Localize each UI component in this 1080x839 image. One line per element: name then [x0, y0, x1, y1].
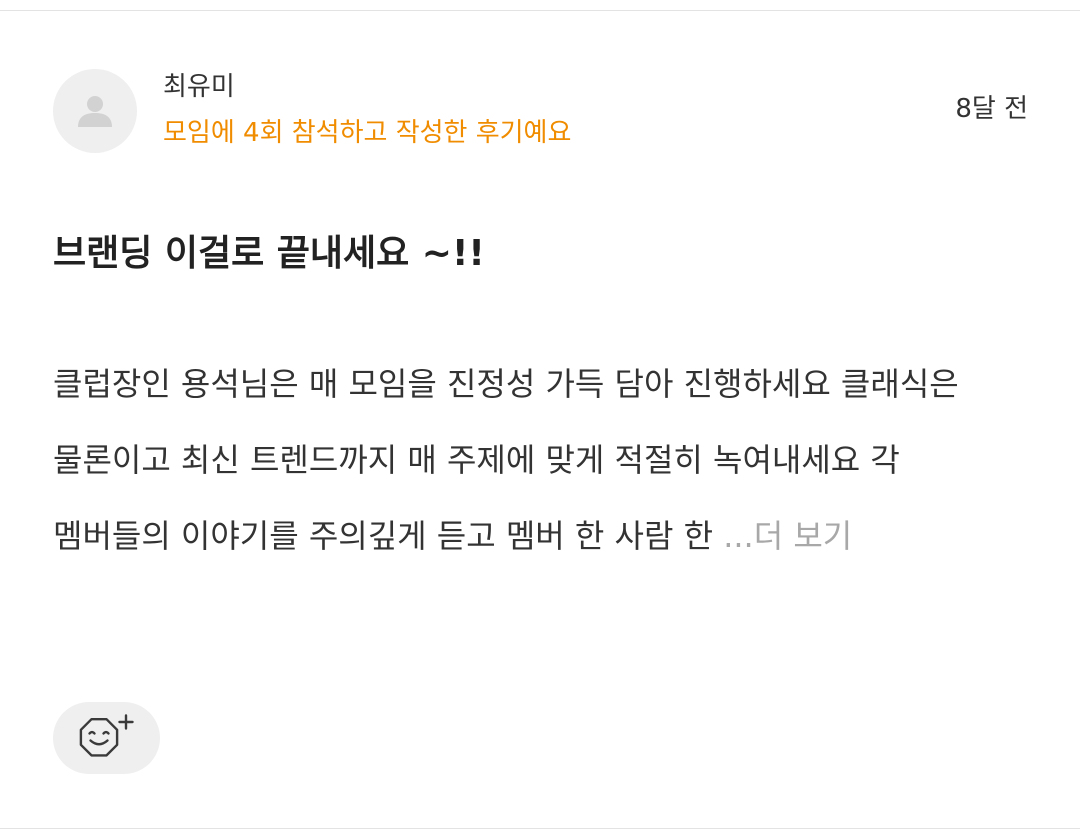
post-time: 8달 전 [955, 94, 1028, 124]
add-reaction-button[interactable] [53, 702, 160, 774]
add-emoji-reaction-icon [79, 714, 134, 757]
attendance-note: 모임에 4회 참석하고 작성한 후기예요 [163, 118, 572, 148]
bottom-divider [0, 828, 1080, 829]
person-placeholder-icon [78, 96, 112, 127]
review-body: 클럽장인 용석님은 매 모임을 진정성 가득 담아 진행하세요 클래식은 물론이… [53, 346, 983, 574]
review-title: 브랜딩 이걸로 끝내세요 ~!! [53, 233, 485, 274]
avatar[interactable] [53, 69, 137, 153]
top-divider [0, 10, 1080, 11]
author-name[interactable]: 최유미 [163, 70, 235, 104]
more-link[interactable]: ...더 보기 [723, 517, 852, 555]
